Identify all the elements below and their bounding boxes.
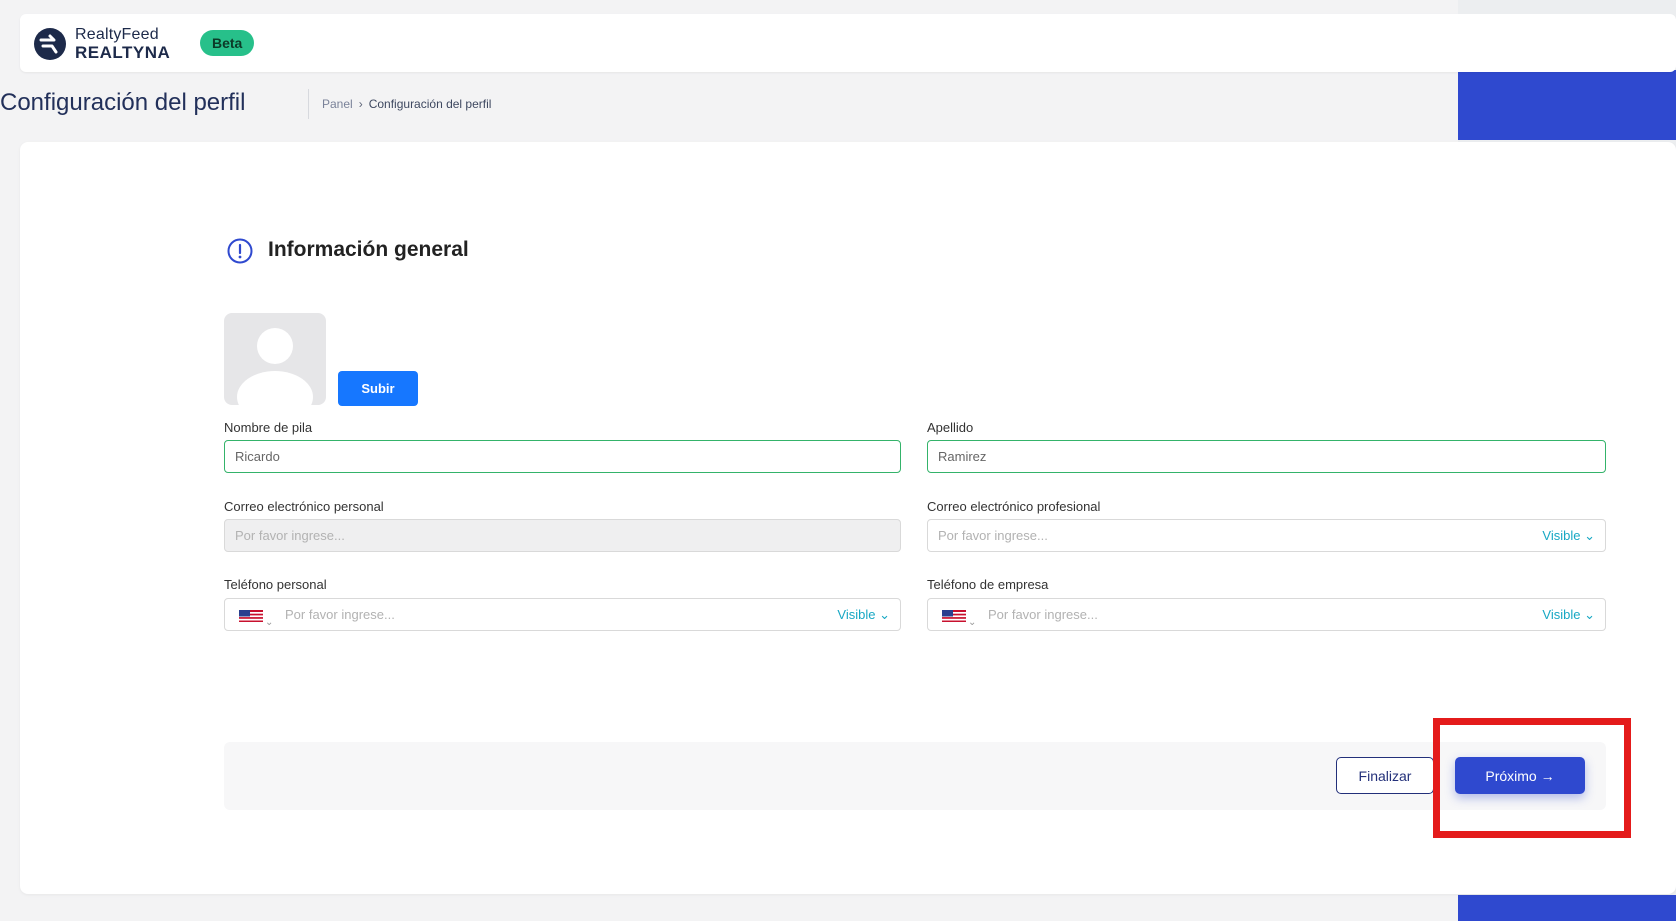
personal-phone-visibility-dropdown[interactable]: Visible ⌄ (837, 599, 890, 630)
title-divider (308, 89, 309, 119)
user-placeholder-icon (237, 328, 313, 405)
avatar (224, 313, 326, 405)
logo-text-realtyna: REALTYNA (75, 43, 171, 62)
country-chevron-down-icon[interactable]: ⌄ (265, 607, 273, 630)
upload-photo-button[interactable]: Subir (338, 371, 418, 406)
work-email-input[interactable]: Por favor ingrese... Visible ⌄ (927, 519, 1606, 552)
personal-email-input: Por favor ingrese... (224, 519, 901, 552)
page-title: Configuración del perfil (0, 89, 246, 116)
personal-email-label: Correo electrónico personal (224, 499, 384, 514)
work-phone-input[interactable]: ⌄ Por favor ingrese... Visible ⌄ (927, 598, 1606, 631)
work-phone-visibility-dropdown[interactable]: Visible ⌄ (1542, 599, 1595, 630)
last-name-label: Apellido (927, 420, 974, 435)
top-header: RealtyFeed REALTYNA Beta (20, 14, 1676, 72)
country-chevron-down-icon[interactable]: ⌄ (968, 607, 976, 630)
work-email-label: Correo electrónico profesional (927, 499, 1101, 514)
personal-phone-label: Teléfono personal (224, 577, 327, 592)
us-flag-icon[interactable] (239, 610, 263, 622)
info-icon (227, 238, 253, 264)
personal-email-placeholder: Por favor ingrese... (235, 528, 345, 543)
us-flag-icon[interactable] (942, 610, 966, 622)
personal-phone-placeholder: Por favor ingrese... (285, 607, 395, 622)
personal-phone-input[interactable]: ⌄ Por favor ingrese... Visible ⌄ (224, 598, 901, 631)
realtyfeed-logo-icon[interactable] (34, 28, 66, 60)
highlight-annotation-box (1433, 718, 1631, 838)
work-email-visibility-dropdown[interactable]: Visible ⌄ (1542, 520, 1595, 551)
section-title: Información general (268, 238, 469, 261)
right-panel-accent-bottom (1458, 895, 1676, 921)
breadcrumb-current: Configuración del perfil (368, 97, 492, 111)
page: RealtyFeed REALTYNA Beta Configuración d… (0, 0, 1676, 921)
first-name-value: Ricardo (235, 449, 280, 464)
first-name-label: Nombre de pila (224, 420, 313, 435)
last-name-input[interactable]: Ramirez (927, 440, 1606, 473)
breadcrumb-separator: › (358, 97, 363, 111)
finish-button[interactable]: Finalizar (1336, 757, 1434, 794)
work-phone-label: Teléfono de empresa (927, 577, 1049, 592)
logo-text-realtyfeed: RealtyFeed (75, 26, 159, 43)
last-name-value: Ramirez (938, 449, 987, 464)
breadcrumb: Panel › Configuración del perfil (322, 97, 491, 111)
breadcrumb-home-link[interactable]: Panel (322, 97, 353, 111)
right-panel-accent-top (1458, 70, 1676, 140)
work-email-placeholder: Por favor ingrese... (938, 528, 1048, 543)
work-phone-placeholder: Por favor ingrese... (988, 607, 1098, 622)
beta-badge: Beta (200, 30, 255, 56)
first-name-input[interactable]: Ricardo (224, 440, 901, 473)
